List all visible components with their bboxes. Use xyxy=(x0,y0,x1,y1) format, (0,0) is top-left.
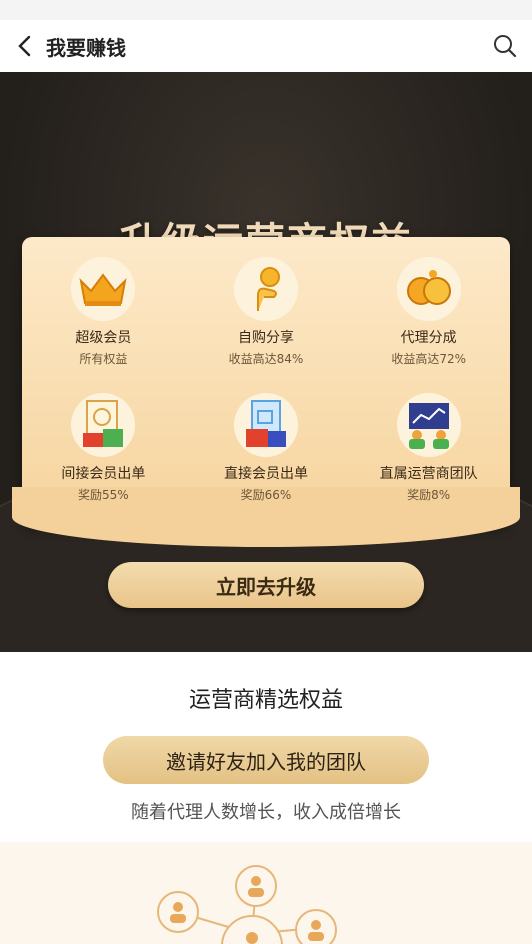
gift-direct-icon xyxy=(233,393,298,457)
chevron-left-icon[interactable] xyxy=(14,34,38,58)
team-chart-icon xyxy=(396,393,461,457)
team-network-illustration xyxy=(0,842,532,944)
benefit-sub: 奖励8% xyxy=(407,488,451,502)
upgrade-button[interactable]: 立即去升级 xyxy=(108,562,424,608)
benefit-name: 间接会员出单 xyxy=(61,466,146,482)
benefit-item: 超级会员 所有权益 xyxy=(22,257,185,393)
nav-bar: 我要赚钱 xyxy=(0,20,532,72)
crown-icon xyxy=(71,257,136,321)
benefit-item: 直属运营商团队 奖励8% xyxy=(347,393,510,529)
benefits-card: 超级会员 所有权益 自购分享 收益高达84% 代理分成 收益高达72% 间接会员… xyxy=(12,237,520,547)
benefit-name: 直接会员出单 xyxy=(223,466,308,482)
coins-icon xyxy=(396,257,461,321)
benefits-grid: 超级会员 所有权益 自购分享 收益高达84% 代理分成 收益高达72% 间接会员… xyxy=(22,237,510,529)
gift-indirect-icon xyxy=(71,393,136,457)
team-network-icon xyxy=(157,865,337,944)
benefit-sub: 所有权益 xyxy=(79,352,128,366)
section-title: 运营商精选权益 xyxy=(188,688,343,713)
benefit-sub: 奖励66% xyxy=(240,488,292,502)
benefit-item: 自购分享 收益高达84% xyxy=(185,257,348,393)
hero-banner: 升级运营商权益 超级会员 所有权益 xyxy=(0,72,532,652)
benefit-item: 间接会员出单 奖励55% xyxy=(22,393,185,529)
benefit-name: 直属运营商团队 xyxy=(379,466,478,482)
benefit-item: 代理分成 收益高达72% xyxy=(347,257,510,393)
invite-subtitle: 随着代理人数增长，收入成倍增长 xyxy=(131,802,401,823)
benefit-item: 直接会员出单 奖励66% xyxy=(185,393,348,529)
hand-coin-icon xyxy=(233,257,298,321)
benefit-sub: 收益高达72% xyxy=(391,352,466,366)
benefit-name: 代理分成 xyxy=(400,330,457,346)
benefit-sub: 收益高达84% xyxy=(228,352,304,366)
benefit-name: 自购分享 xyxy=(237,330,294,346)
status-bar xyxy=(0,0,532,20)
benefit-name: 超级会员 xyxy=(75,330,132,346)
invite-friends-button[interactable]: 邀请好友加入我的团队 xyxy=(103,736,429,784)
page-title: 我要赚钱 xyxy=(46,36,126,60)
operator-benefits-section: 运营商精选权益 邀请好友加入我的团队 随着代理人数增长，收入成倍增长 xyxy=(0,652,532,842)
benefit-sub: 奖励55% xyxy=(77,488,129,502)
search-icon[interactable] xyxy=(492,33,518,59)
